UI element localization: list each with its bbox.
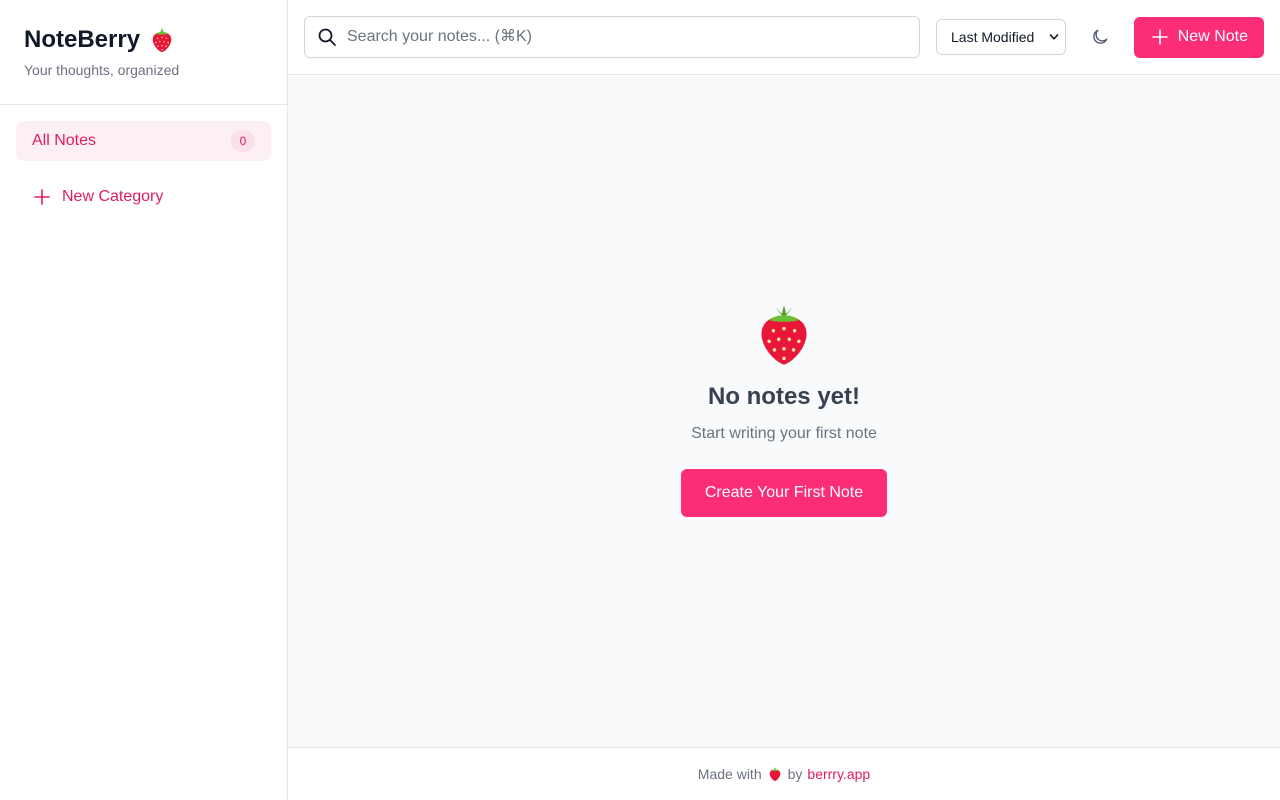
footer-prefix: Made with <box>697 766 762 782</box>
app-root: NoteBerry Your thoughts, organized All N… <box>0 0 1280 800</box>
footer-by: by <box>787 766 803 782</box>
new-note-label: New Note <box>1177 28 1248 45</box>
strawberry-icon <box>761 305 807 365</box>
app-title: NoteBerry <box>24 26 141 53</box>
footer-link[interactable]: berrry.app <box>807 766 870 782</box>
sidebar-item-all-notes[interactable]: All Notes 0 <box>16 121 271 161</box>
app-tagline: Your thoughts, organized <box>24 62 180 78</box>
sidebar-item-label: All Notes <box>32 132 97 149</box>
notes-count-badge: 0 <box>231 130 255 152</box>
empty-state-subtitle: Start writing your first note <box>691 425 877 442</box>
strawberry-icon <box>769 767 780 781</box>
notes-content: No notes yet! Start writing your first n… <box>288 75 1280 747</box>
sidebar: NoteBerry Your thoughts, organized All N… <box>0 0 288 800</box>
top-bar: Last Modified New Note <box>288 0 1280 75</box>
sort-selected-value: Last Modified <box>951 29 1035 45</box>
search-icon <box>318 28 336 46</box>
new-note-button[interactable]: New Note <box>1133 16 1264 58</box>
plus-icon <box>1151 29 1168 45</box>
create-first-note-button[interactable]: Create Your First Note <box>680 469 888 517</box>
strawberry-icon <box>152 27 172 53</box>
footer: Made with by berrry.app <box>288 747 1280 800</box>
new-category-button[interactable]: New Category <box>16 177 271 217</box>
moon-icon <box>1093 29 1108 44</box>
search-input[interactable] <box>347 28 907 46</box>
sort-select[interactable]: Last Modified <box>936 19 1066 55</box>
main-area: Last Modified New Note <box>288 0 1280 800</box>
search-box[interactable] <box>304 16 920 58</box>
category-nav: All Notes 0 New Category <box>0 105 287 233</box>
chevron-down-icon <box>1049 34 1059 40</box>
theme-toggle-button[interactable] <box>1082 19 1118 55</box>
brand-row: NoteBerry <box>24 24 263 56</box>
empty-state-title: No notes yet! <box>707 383 860 410</box>
brand-header: NoteBerry Your thoughts, organized <box>0 0 287 105</box>
plus-icon <box>34 189 50 205</box>
new-category-label: New Category <box>62 188 164 205</box>
